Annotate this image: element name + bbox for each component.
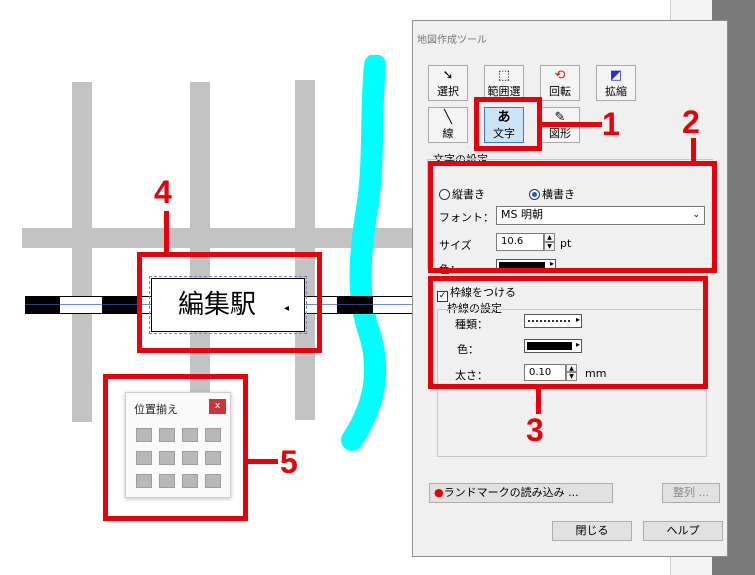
callout-box-5 [103,374,248,521]
zoom-resize-icon: ◩ [609,68,623,83]
river [341,55,387,451]
rotate-icon: ⟲ [554,68,566,83]
zoom-tool-button[interactable]: ◩ 拡縮 [596,65,636,101]
callout-number-4: 4 [154,174,172,210]
callout-box-3 [428,276,708,389]
range-select-icon: ⬚ [497,68,511,83]
callout-line-5 [248,459,278,464]
pin-icon: ● [434,486,444,499]
range-select-tool-button[interactable]: ⬚ 範囲選 [484,65,524,101]
rotate-tool-button[interactable]: ⟲ 回転 [540,65,580,101]
line-tool-button[interactable]: ╲ 線 [428,107,468,143]
cursor-arrow-icon: ➘ [442,68,454,83]
callout-box-2 [428,161,717,273]
landmark-load-button[interactable]: ●ランドマークの読み込み ... [429,483,613,503]
callout-line-3 [536,389,541,414]
close-button[interactable]: 閉じる [552,521,632,541]
select-tool-button[interactable]: ➘ 選択 [428,65,468,101]
callout-line-1 [542,122,602,127]
help-button[interactable]: ヘルプ [643,521,723,541]
callout-box-4 [137,252,322,353]
callout-number-1: 1 [602,106,620,142]
callout-box-1 [474,97,542,151]
callout-line-2 [691,138,696,163]
callout-number-2: 2 [682,104,700,140]
road-vertical-1 [72,82,92,422]
callout-line-4 [164,211,169,253]
line-icon: ╲ [444,110,452,125]
callout-number-5: 5 [280,444,298,480]
road-vertical-3 [295,80,315,420]
align-button[interactable]: 整列 ... [662,483,720,503]
dialog-title: 地図作成ツール [417,35,487,46]
callout-number-3: 3 [526,412,544,448]
